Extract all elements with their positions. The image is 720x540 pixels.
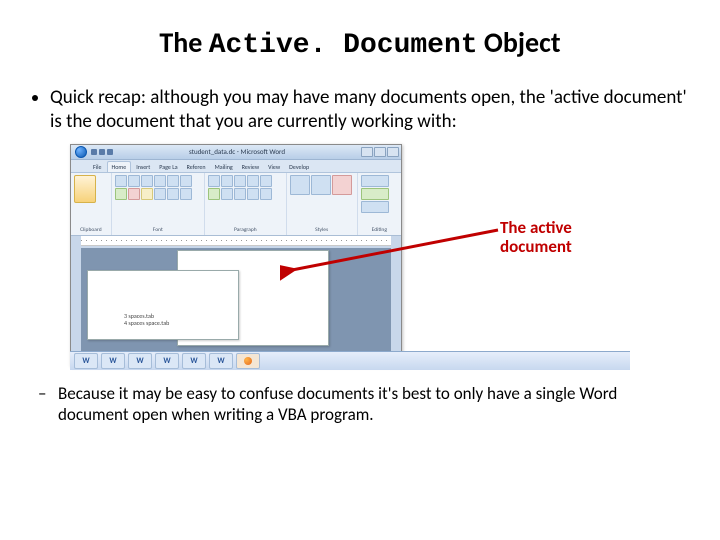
para-icon	[247, 188, 259, 200]
group-styles: Styles	[287, 173, 358, 235]
group-label: Paragraph	[208, 227, 283, 233]
tab-insert: Insert	[132, 162, 154, 172]
doc-text: 3 spaces.tab 4 spaces space.tab	[124, 313, 169, 327]
document-area: 3 spaces.tab 4 spaces space.tab	[81, 248, 391, 356]
title-pre: The	[159, 25, 208, 60]
tab-home: Home	[107, 161, 132, 172]
bullet-item-2: Because it may be easy to confuse docume…	[58, 383, 690, 426]
ruler	[81, 236, 391, 246]
group-label: Clipboard	[74, 227, 108, 233]
tab-review: Review	[238, 162, 263, 172]
taskbar-firefox-icon	[236, 353, 260, 369]
style-icon	[290, 175, 310, 195]
group-label: Styles	[290, 227, 354, 233]
font-icon	[154, 175, 166, 187]
select-icon	[361, 201, 389, 213]
para-icon	[208, 188, 220, 200]
para-icon	[260, 175, 272, 187]
active-document: 3 spaces.tab 4 spaces space.tab	[87, 270, 239, 340]
font-icon	[180, 188, 192, 200]
taskbar	[70, 351, 630, 370]
group-label: Font	[115, 227, 201, 233]
ribbon: Clipboard Font Paragraph	[71, 173, 401, 236]
tab-mailings: Mailing	[211, 162, 237, 172]
font-icon	[167, 175, 179, 187]
tab-file: File	[89, 162, 106, 172]
style-icon	[332, 175, 352, 195]
paste-icon	[74, 175, 96, 203]
group-font: Font	[112, 173, 205, 235]
bullet-item-1: Quick recap: although you may have many …	[50, 86, 690, 134]
taskbar-word-icon	[74, 353, 98, 369]
font-icon	[115, 188, 127, 200]
para-icon	[260, 188, 272, 200]
font-icon	[167, 188, 179, 200]
window-controls	[361, 147, 399, 157]
taskbar-word-icon	[101, 353, 125, 369]
sub-bullet-list: Because it may be easy to confuse docume…	[58, 383, 690, 426]
para-icon	[234, 188, 246, 200]
word-window: student_data.dc - Microsoft Word File Ho…	[70, 144, 402, 366]
font-icon	[141, 175, 153, 187]
slide-title: The Active. Document Object	[30, 25, 690, 61]
office-orb-icon	[75, 146, 87, 158]
taskbar-word-icon	[155, 353, 179, 369]
para-icon	[208, 175, 220, 187]
font-icon	[115, 175, 127, 187]
replace-icon	[361, 188, 389, 200]
maximize-icon	[374, 147, 386, 157]
taskbar-word-icon	[128, 353, 152, 369]
style-icon	[311, 175, 331, 195]
slide: The Active. Document Object Quick recap:…	[0, 0, 720, 540]
callout-label: The active document	[500, 218, 630, 257]
font-icon	[180, 175, 192, 187]
group-editing: Editing	[358, 173, 401, 235]
para-icon	[234, 175, 246, 187]
title-post: Object	[478, 25, 561, 60]
para-icon	[247, 175, 259, 187]
para-icon	[221, 188, 233, 200]
figure: student_data.dc - Microsoft Word File Ho…	[70, 144, 630, 369]
group-paragraph: Paragraph	[205, 173, 287, 235]
close-icon	[387, 147, 399, 157]
tab-view: View	[264, 162, 284, 172]
font-icon	[154, 188, 166, 200]
quick-access-toolbar	[91, 149, 113, 155]
taskbar-word-icon	[209, 353, 233, 369]
tab-pagelayout: Page La	[155, 162, 181, 172]
font-icon	[128, 175, 140, 187]
tab-developer: Develop	[285, 162, 313, 172]
group-clipboard: Clipboard	[71, 173, 112, 235]
title-bar: student_data.dc - Microsoft Word	[71, 145, 401, 160]
font-icon	[141, 188, 153, 200]
ribbon-tabs: File Home Insert Page La Referen Mailing…	[71, 160, 401, 173]
group-label: Editing	[361, 227, 398, 233]
font-icon	[128, 188, 140, 200]
find-icon	[361, 175, 389, 187]
title-code: Active. Document	[209, 30, 478, 61]
taskbar-word-icon	[182, 353, 206, 369]
para-icon	[221, 175, 233, 187]
minimize-icon	[361, 147, 373, 157]
bullet-list: Quick recap: although you may have many …	[50, 86, 690, 134]
window-title: student_data.dc - Microsoft Word	[189, 147, 285, 156]
tab-references: Referen	[183, 162, 210, 172]
